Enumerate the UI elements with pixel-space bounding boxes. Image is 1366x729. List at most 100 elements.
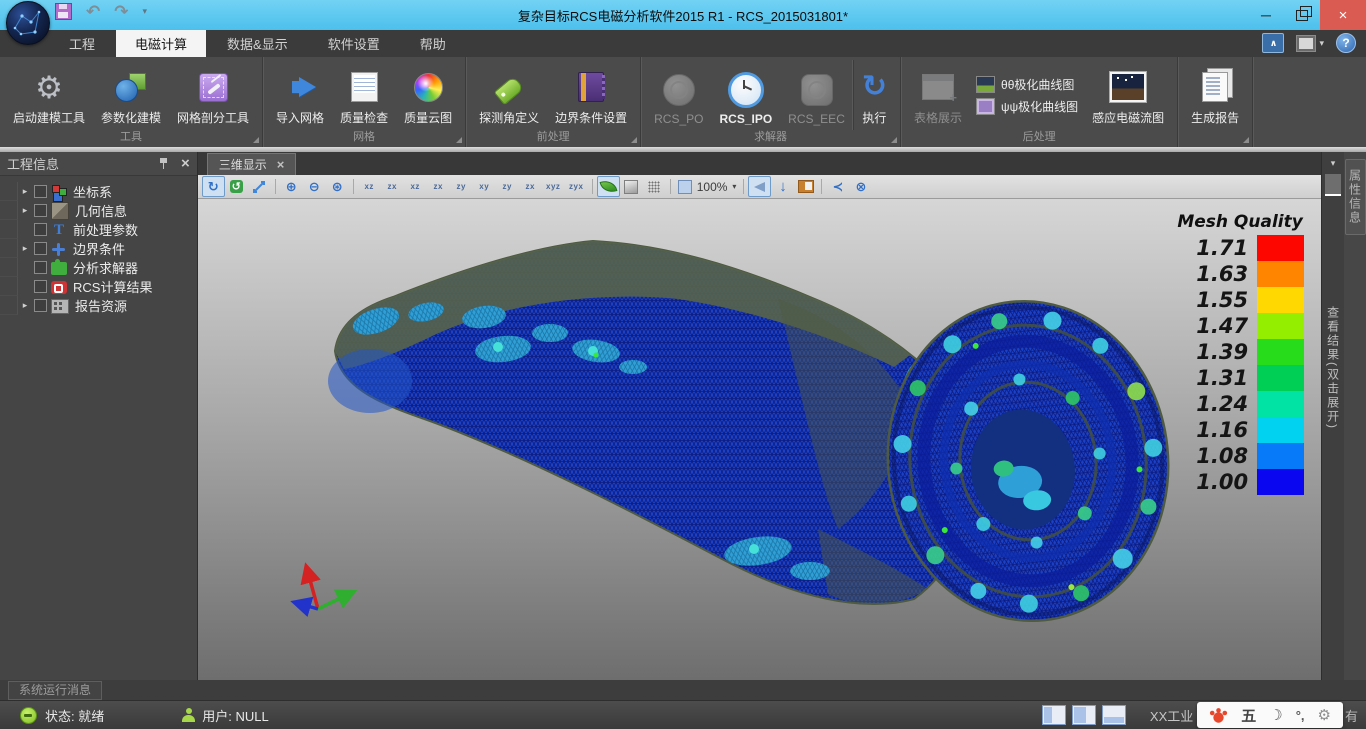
ime-wubi-mode[interactable]: 五 [1241, 705, 1256, 726]
close-button[interactable]: × [1320, 0, 1366, 30]
shaded-mode-button[interactable] [597, 176, 620, 197]
legend-band [1257, 287, 1304, 313]
view-preset-8-button[interactable]: zx [519, 177, 542, 196]
report-docs-icon [1202, 72, 1228, 102]
rail-dropdown-icon[interactable]: ▾ [1331, 152, 1336, 174]
scale-tool-button[interactable] [248, 176, 271, 197]
quality-check-button[interactable]: 质量检查 [332, 60, 396, 130]
rotate-tool-button[interactable]: ↻ [202, 176, 225, 197]
capture-button[interactable] [794, 176, 817, 197]
tab-data-display[interactable]: 数据&显示 [208, 30, 307, 57]
ime-punctuation-icon[interactable]: °, [1296, 708, 1305, 723]
checkbox[interactable] [34, 261, 47, 274]
tree-item-preprocess-params[interactable]: T 前处理参数 [0, 220, 197, 239]
layout-wide-panel-button[interactable] [1072, 705, 1096, 725]
rail-handle[interactable] [1325, 174, 1341, 196]
pin-icon[interactable] [158, 157, 169, 170]
checkbox[interactable] [34, 185, 47, 198]
tree-item-geometry-info[interactable]: ▸ 几何信息 [0, 201, 197, 220]
quality-cloud-map-button[interactable]: 质量云图 [396, 60, 460, 130]
rcs-po-button[interactable]: RCS_PO [646, 60, 711, 130]
zoom-fit-button[interactable]: ⊛ [326, 176, 349, 197]
restore-button[interactable] [1284, 0, 1320, 30]
system-messages-tab[interactable]: 系统运行消息 [8, 681, 102, 700]
minimize-button[interactable]: ─ [1248, 0, 1284, 30]
tree-item-rcs-results[interactable]: RCS计算结果 [0, 277, 197, 296]
probe-angle-define-button[interactable]: 探测角定义 [471, 60, 547, 130]
expand-icon[interactable]: ▸ [18, 186, 32, 197]
view-preset-5-button[interactable]: zy [450, 177, 473, 196]
ime-settings-icon[interactable]: ⚙ [1318, 706, 1331, 724]
view-preset-10-button[interactable]: zyx [565, 177, 588, 196]
view-preset-4-button[interactable]: zx [427, 177, 450, 196]
expand-icon[interactable]: ▸ [18, 243, 32, 254]
import-mesh-button[interactable]: 导入网格 [268, 60, 332, 130]
legend-band [1257, 339, 1304, 365]
zoom-out-button[interactable]: ⊖ [303, 176, 326, 197]
bottom-dock-band: 系统运行消息 [0, 680, 1366, 700]
checkbox[interactable] [34, 299, 47, 312]
view-preset-2-button[interactable]: zx [381, 177, 404, 196]
ime-paw-icon[interactable] [1209, 707, 1228, 724]
checkbox[interactable] [34, 223, 47, 236]
layout-left-panel-button[interactable] [1042, 705, 1066, 725]
view-preset-6-button[interactable]: xy [473, 177, 496, 196]
expand-icon[interactable]: ▸ [18, 300, 32, 311]
psi-polarization-curve-button[interactable]: ψψ极化曲线图 [976, 98, 1078, 115]
mesh-partition-tool-button[interactable]: 网格剖分工具 [169, 60, 257, 130]
panel-close-icon[interactable]: × [181, 157, 190, 170]
tab-help[interactable]: 帮助 [401, 30, 465, 57]
execute-button[interactable]: ↻ 执行 [853, 60, 895, 130]
zoom-in-button[interactable]: ⊕ [280, 176, 303, 197]
zoom-level-control[interactable]: 100% ▾ [675, 180, 740, 194]
collapse-ribbon-button[interactable]: ∧ [1262, 33, 1284, 53]
tree-item-boundary-conditions[interactable]: ▸ 边界条件 [0, 239, 197, 258]
layout-bottom-panel-button[interactable] [1102, 705, 1126, 725]
view-preset-3-button[interactable]: xz [404, 177, 427, 196]
legend-band [1257, 235, 1304, 261]
generate-report-button[interactable]: 生成报告 [1183, 60, 1247, 130]
tab-project[interactable]: 工程 [50, 30, 114, 57]
properties-tab[interactable]: 属性信息 [1345, 159, 1366, 235]
tree-item-analysis-solver[interactable]: 分析求解器 [0, 258, 197, 277]
logo-network-lines [7, 2, 49, 44]
rcs-eec-button[interactable]: RCS_EEC [780, 60, 853, 130]
viewport-3d[interactable]: Mesh Quality 1.71 1.63 1.55 1.47 1.39 1.… [198, 199, 1321, 680]
help-icon[interactable]: ? [1336, 33, 1356, 53]
device-dropdown-icon[interactable]: ▾ [1319, 38, 1324, 49]
checkbox[interactable] [34, 242, 47, 255]
tab-software-settings[interactable]: 软件设置 [309, 30, 399, 57]
tree-item-coordinate-system[interactable]: ▸ 坐标系 [0, 182, 197, 201]
induced-em-current-map-button[interactable]: 感应电磁流图 [1084, 60, 1172, 130]
checkbox[interactable] [34, 204, 47, 217]
table-display-button[interactable]: 表格展示 [906, 60, 970, 130]
view-preset-9-button[interactable]: xyz [542, 177, 565, 196]
expand-icon[interactable]: ▸ [18, 205, 32, 216]
checkbox[interactable] [34, 280, 47, 293]
orbit-tool-button[interactable]: ↺ [225, 176, 248, 197]
results-rail[interactable]: ▾ 查看结果(双击展开) [1321, 152, 1344, 680]
cancel-button[interactable]: ⊗ [849, 176, 872, 197]
ime-moon-icon[interactable]: ☽ [1269, 706, 1282, 724]
tree-item-report-resources[interactable]: ▸ 报告资源 [0, 296, 197, 315]
tab-close-icon[interactable]: × [277, 157, 285, 172]
parametric-modeling-button[interactable]: 参数化建模 [93, 60, 169, 130]
app-logo-icon[interactable] [6, 1, 50, 45]
rcs-ipo-button[interactable]: RCS_IPO [711, 60, 780, 130]
tab-3d-display[interactable]: 三维显示 × [207, 153, 297, 175]
points-mode-button[interactable] [643, 176, 666, 197]
theta-polarization-curve-button[interactable]: θθ极化曲线图 [976, 76, 1078, 93]
group-label-mesh: 网格 [263, 130, 465, 147]
share-button[interactable]: ≺ [826, 176, 849, 197]
tab-em-computation[interactable]: 电磁计算 [116, 30, 206, 57]
drop-tool-button[interactable]: ↓ [771, 176, 794, 197]
solid-mode-button[interactable] [620, 176, 643, 197]
display-device-icon[interactable] [1296, 35, 1316, 52]
view-preset-1-button[interactable]: xz [358, 177, 381, 196]
launch-modeling-tool-button[interactable]: ⚙ 启动建模工具 [5, 60, 93, 130]
boundary-condition-settings-button[interactable]: 边界条件设置 [547, 60, 635, 130]
brand-text-left: XX工业 [1150, 706, 1193, 725]
pick-tool-button[interactable] [748, 176, 771, 197]
view-preset-7-button[interactable]: zy [496, 177, 519, 196]
project-info-panel: 工程信息 × ▸ 坐标系 ▸ 几何信息 T 前处理参数 ▸ [0, 152, 198, 680]
